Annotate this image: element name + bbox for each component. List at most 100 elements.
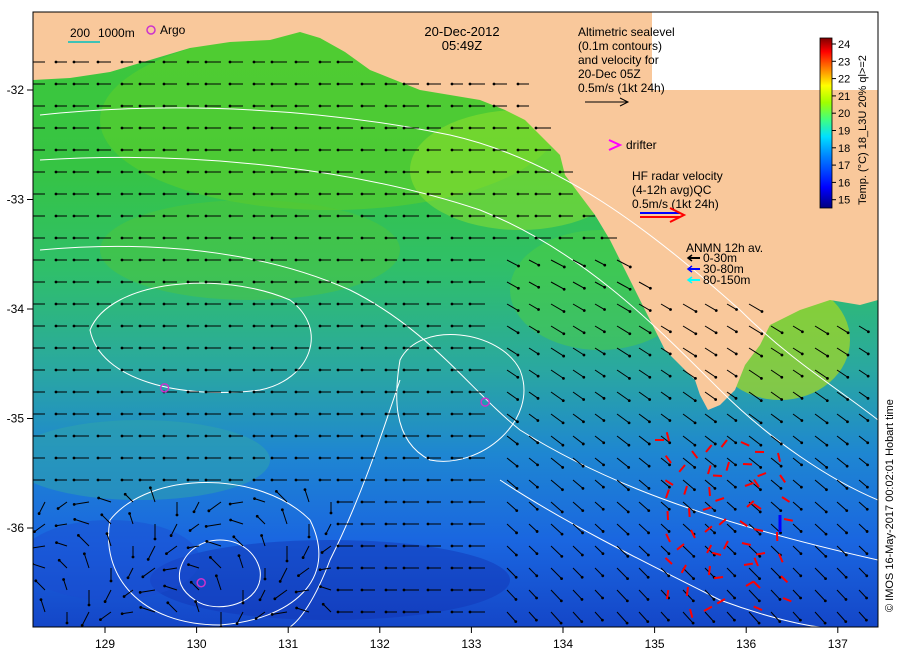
velocity-arrow-head: [426, 588, 430, 592]
velocity-arrow-head: [580, 575, 584, 579]
velocity-arrow-head: [450, 126, 454, 130]
velocity-arrow-head: [713, 531, 716, 535]
velocity-arrow-head: [468, 522, 472, 526]
velocity-arrow-head: [54, 126, 58, 130]
velocity-arrow-head: [468, 434, 472, 438]
velocity-arrow-head: [582, 331, 586, 335]
velocity-arrow-head: [186, 456, 190, 460]
velocity-arrow-head: [126, 576, 130, 580]
velocity-arrow-head: [864, 618, 868, 622]
velocity-arrow-head: [468, 302, 472, 306]
velocity-arrow-head: [138, 390, 142, 394]
velocity-arrow-head: [336, 434, 340, 438]
velocity-arrow-head: [294, 324, 298, 328]
y-tick-label: -32: [7, 83, 25, 97]
velocity-arrow-head: [72, 258, 76, 262]
velocity-arrow-head: [468, 478, 472, 482]
colorbar-tick-label: 18: [838, 143, 850, 155]
velocity-arrow-head: [360, 566, 364, 570]
velocity-arrow-head: [760, 332, 764, 336]
velocity-arrow-head: [294, 60, 298, 64]
velocity-arrow-head: [165, 552, 168, 556]
velocity-arrow-head: [295, 606, 299, 610]
velocity-arrow-head: [426, 368, 430, 372]
velocity-arrow-head: [625, 599, 629, 603]
velocity-arrow-head: [318, 302, 322, 306]
velocity-arrow-head: [360, 214, 364, 218]
velocity-arrow-head: [601, 574, 605, 578]
velocity-arrow-head: [516, 398, 520, 401]
velocity-arrow-head: [402, 148, 406, 152]
velocity-arrow-head: [628, 287, 632, 291]
velocity-arrow-head: [336, 258, 340, 262]
velocity-arrow-head: [96, 126, 100, 130]
velocity-arrow-head: [757, 621, 761, 625]
velocity-arrow-head: [713, 509, 717, 513]
velocity-arrow-head: [583, 264, 586, 268]
velocity-arrow-head: [560, 577, 563, 581]
footer-credit: © IMOS 16-May-2017 00:02:01 Hobart time: [884, 399, 896, 612]
velocity-arrow-head: [148, 486, 152, 490]
velocity-arrow-head: [648, 420, 651, 424]
velocity-arrow-head: [514, 598, 518, 601]
velocity-arrow-head: [537, 285, 541, 289]
x-tick-label: 136: [736, 637, 756, 651]
velocity-arrow-head: [582, 353, 586, 357]
velocity-arrow-head: [270, 412, 274, 416]
hf-radar-line1: HF radar velocity: [632, 169, 723, 183]
velocity-arrow-head: [120, 258, 124, 262]
velocity-arrow-head: [800, 330, 804, 334]
velocity-arrow-head: [668, 396, 672, 400]
velocity-arrow-head: [694, 354, 698, 358]
velocity-arrow-head: [450, 104, 454, 108]
velocity-arrow-head: [779, 442, 783, 446]
velocity-arrow-head: [602, 485, 605, 489]
velocity-arrow-head: [580, 553, 584, 557]
velocity-arrow-head: [336, 544, 340, 548]
velocity-arrow-head: [228, 126, 232, 130]
velocity-arrow-head: [120, 82, 124, 86]
velocity-arrow-head: [204, 524, 208, 528]
velocity-arrow-head: [186, 280, 190, 284]
velocity-arrow-head: [336, 588, 340, 592]
velocity-arrow-head: [402, 544, 406, 548]
velocity-arrow-head: [535, 552, 539, 556]
velocity-arrow-head: [799, 596, 802, 600]
velocity-arrow-head: [733, 596, 736, 600]
velocity-arrow-head: [384, 412, 388, 416]
velocity-arrow-head: [138, 60, 142, 64]
velocity-arrow-head: [846, 375, 850, 379]
velocity-arrow-head: [693, 488, 696, 492]
velocity-arrow-head: [336, 82, 340, 86]
velocity-arrow-head: [228, 148, 232, 152]
velocity-arrow-head: [492, 148, 496, 152]
velocity-arrow-head: [800, 396, 804, 400]
velocity-arrow-head: [581, 509, 585, 513]
velocity-arrow-head: [57, 558, 61, 562]
velocity-arrow-head: [54, 236, 58, 240]
velocity-arrow-head: [120, 612, 124, 616]
velocity-arrow-head: [384, 258, 388, 262]
velocity-arrow-head: [516, 148, 520, 152]
velocity-arrow-head: [72, 170, 76, 174]
velocity-arrow-head: [120, 302, 124, 306]
velocity-arrow-head: [252, 412, 256, 416]
velocity-arrow-head: [492, 126, 496, 130]
velocity-arrow-head: [162, 478, 166, 482]
velocity-arrow-head: [294, 236, 298, 240]
velocity-arrow-head: [186, 412, 190, 416]
velocity-arrow-head: [228, 368, 232, 372]
velocity-arrow-head: [120, 456, 124, 460]
velocity-arrow-head: [162, 412, 166, 416]
velocity-arrow-head: [562, 332, 566, 336]
velocity-arrow-head: [537, 263, 541, 267]
velocity-arrow-head: [204, 104, 208, 108]
velocity-arrow-head: [402, 588, 406, 592]
velocity-arrow-head: [402, 346, 406, 350]
sst-map: 20-Dec-2012 05:49Z 200 1000m Argo Altime…: [7, 11, 896, 651]
velocity-arrow-head: [194, 600, 198, 603]
velocity-arrow-head: [560, 555, 564, 558]
velocity-arrow-head: [96, 302, 100, 306]
velocity-arrow-head: [667, 552, 671, 556]
velocity-arrow-head: [648, 353, 652, 357]
